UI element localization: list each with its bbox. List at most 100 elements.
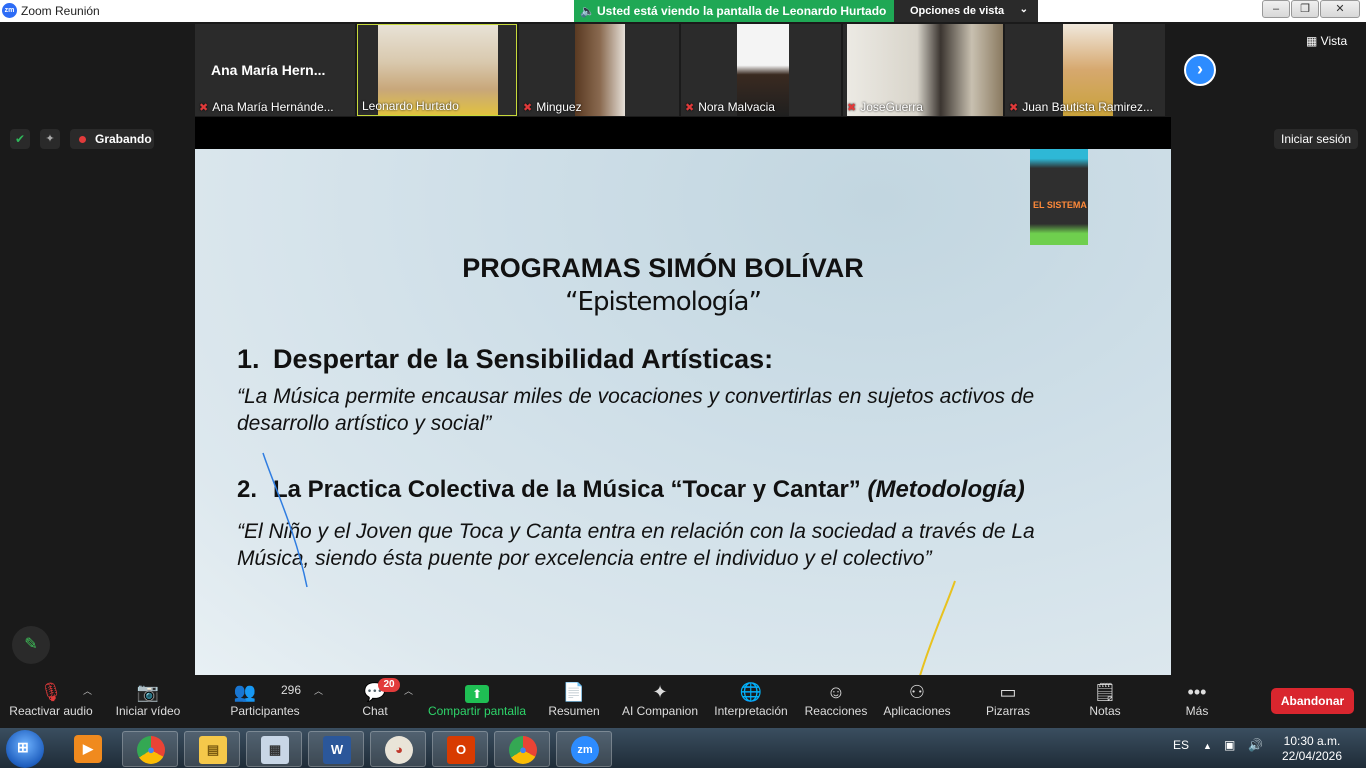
toolbar-label: AI Companion	[621, 704, 699, 718]
apps-icon: ⚇	[908, 682, 926, 702]
sign-in-button[interactable]: Iniciar sesión	[1274, 129, 1358, 149]
slide-point-2: 2. La Practica Colectiva de la Música “To…	[237, 476, 1025, 504]
ai-sparkle-icon: ✦	[652, 682, 668, 702]
view-button[interactable]: ▦ Vista	[1306, 34, 1347, 48]
view-options-label: Opciones de vista	[910, 5, 1005, 17]
zoom-icon: zm	[571, 736, 599, 764]
recording-label: Grabando	[95, 132, 152, 146]
maximize-button[interactable]: ❐	[1291, 0, 1319, 18]
chevron-down-icon: ⌄	[1019, 4, 1028, 15]
chrome-icon: ●	[509, 736, 537, 764]
window-title: Zoom Reunión	[21, 4, 100, 18]
participant-tile[interactable]: ✖ Nora Malvacia	[681, 24, 841, 116]
taskbar-clock[interactable]: 10:30 a.m. 22/04/2026	[1278, 734, 1346, 764]
recording-indicator[interactable]: Grabando	[70, 129, 154, 149]
reaction-smiley-icon: ☺	[826, 682, 846, 702]
view-options-dropdown[interactable]: Opciones de vista ⌄	[894, 0, 1038, 22]
slide-subtitle: “Epistemología”	[565, 287, 762, 317]
chat-unread-badge: 20	[378, 678, 400, 692]
leave-meeting-button[interactable]: Abandonar	[1271, 688, 1354, 714]
participant-tile[interactable]: Ana María Hern... ✖ Ana María Hernánde...	[195, 24, 355, 116]
notes-icon: 🗒	[1093, 682, 1117, 702]
participant-name: Juan Bautista Ramirez...	[1022, 100, 1153, 114]
toolbar-label: Compartir pantalla	[427, 704, 527, 718]
participant-name: Leonardo Hurtado	[362, 99, 459, 113]
more-button[interactable]: ••• Más	[1180, 680, 1214, 718]
toolbar-label: Iniciar vídeo	[115, 704, 181, 718]
toolbar-label: Notas	[1089, 704, 1121, 718]
next-page-button[interactable]: ›	[1184, 54, 1216, 86]
whiteboards-button[interactable]: ▭ Pizarras	[984, 680, 1032, 718]
toolbar-label: Aplicaciones	[883, 704, 951, 718]
windows-logo-icon: ⊞	[17, 739, 29, 755]
share-screen-button[interactable]: ⬆ Compartir pantalla	[424, 680, 530, 718]
taskbar-app-zoom[interactable]: zm	[556, 731, 612, 767]
media-player-icon: ▶	[74, 735, 102, 763]
taskbar-app-media-player[interactable]: ▶	[60, 731, 116, 767]
participant-tile[interactable]: ✖ Minguez	[519, 24, 679, 116]
participant-tile-active[interactable]: Leonardo Hurtado	[357, 24, 517, 116]
taskbar-app-calculator[interactable]: ▦	[246, 731, 302, 767]
apps-button[interactable]: ⚇ Aplicaciones	[880, 680, 954, 718]
participant-video	[575, 24, 625, 116]
chat-options-caret[interactable]: ︿	[404, 684, 413, 697]
clock-time: 10:30 a.m.	[1283, 734, 1341, 748]
logo-text: EL SISTEMA	[1033, 200, 1087, 210]
notes-button[interactable]: 🗒 Notas	[1085, 680, 1125, 718]
volume-icon[interactable]: 🔊	[1248, 738, 1263, 752]
grid-icon: ▦	[1306, 34, 1321, 48]
taskbar-app-explorer[interactable]: ▤	[184, 731, 240, 767]
start-button[interactable]: ⊞	[6, 730, 44, 768]
point-number: 1.	[237, 344, 260, 374]
record-dot-icon	[79, 136, 86, 143]
participant-name: Minguez	[536, 100, 582, 114]
share-screen-icon: ⬆	[424, 680, 530, 704]
start-video-button[interactable]: 📷 Iniciar vídeo	[110, 680, 186, 718]
toolbar-label: Pizarras	[985, 704, 1030, 718]
globe-icon: 🌐	[739, 682, 763, 702]
ai-companion-button[interactable]: ✦ AI Companion	[618, 680, 702, 718]
point-text: La Practica Colectiva de la Música “Toca…	[273, 476, 861, 503]
chrome-icon: ●	[137, 736, 165, 764]
folder-icon: ▤	[199, 736, 227, 764]
annotation-stroke	[262, 452, 308, 588]
slide-point-1: 1. Despertar de la Sensibilidad Artística…	[237, 344, 773, 375]
shared-screen-slide: EL SISTEMA PROGRAMAS SIMÓN BOLÍVAR “Epis…	[195, 149, 1171, 675]
minimize-button[interactable]: –	[1262, 0, 1290, 18]
network-icon[interactable]: ▣	[1224, 738, 1235, 752]
annotate-pencil-icon[interactable]: ✎	[12, 626, 50, 664]
ai-sparkle-icon[interactable]: ✦	[40, 129, 60, 149]
close-button[interactable]: ✕	[1320, 0, 1360, 18]
word-icon: W	[323, 736, 351, 764]
calculator-icon: ▦	[261, 736, 289, 764]
shield-icon[interactable]: ✔	[10, 129, 30, 149]
summary-button[interactable]: 📄 Resumen	[546, 680, 602, 718]
slide-title: PROGRAMAS SIMÓN BOLÍVAR	[462, 253, 864, 283]
participant-tile[interactable]: ✖ JoseGuerra	[843, 24, 1003, 116]
language-indicator[interactable]: ES	[1173, 738, 1189, 752]
toolbar-label: Reactivar audio	[9, 704, 93, 718]
toolbar-label: Más	[1185, 704, 1209, 718]
whiteboard-icon: ▭	[999, 682, 1017, 702]
point-emphasis: (Metodología)	[867, 476, 1025, 503]
participant-name: Nora Malvacia	[698, 100, 775, 114]
taskbar-app-word[interactable]: W	[308, 731, 364, 767]
interpretation-button[interactable]: 🌐 Interpretación	[711, 680, 791, 718]
toolbar-label: Resumen	[548, 704, 600, 718]
toolbar-label: Interpretación	[714, 704, 788, 718]
taskbar-app-office[interactable]: O	[432, 731, 488, 767]
audio-options-caret[interactable]: ︿	[83, 684, 92, 697]
taskbar-app-chrome[interactable]: ●	[122, 731, 178, 767]
participants-options-caret[interactable]: ︿	[314, 684, 323, 697]
taskbar-app-paint[interactable]: ◕	[370, 731, 426, 767]
toolbar-label: Reacciones	[804, 704, 868, 718]
office-icon: O	[447, 736, 475, 764]
clock-date: 22/04/2026	[1281, 749, 1343, 763]
video-off-icon: 📷	[136, 682, 160, 702]
participant-tile[interactable]: ✖ Juan Bautista Ramirez...	[1005, 24, 1165, 116]
tray-expand-icon[interactable]: ▲	[1203, 741, 1212, 751]
taskbar-app-chrome-2[interactable]: ●	[494, 731, 550, 767]
participant-name: JoseGuerra	[860, 100, 923, 114]
slide-quote-1: “La Música permite encausar miles de voc…	[237, 385, 1035, 435]
reactions-button[interactable]: ☺ Reacciones	[803, 680, 869, 718]
